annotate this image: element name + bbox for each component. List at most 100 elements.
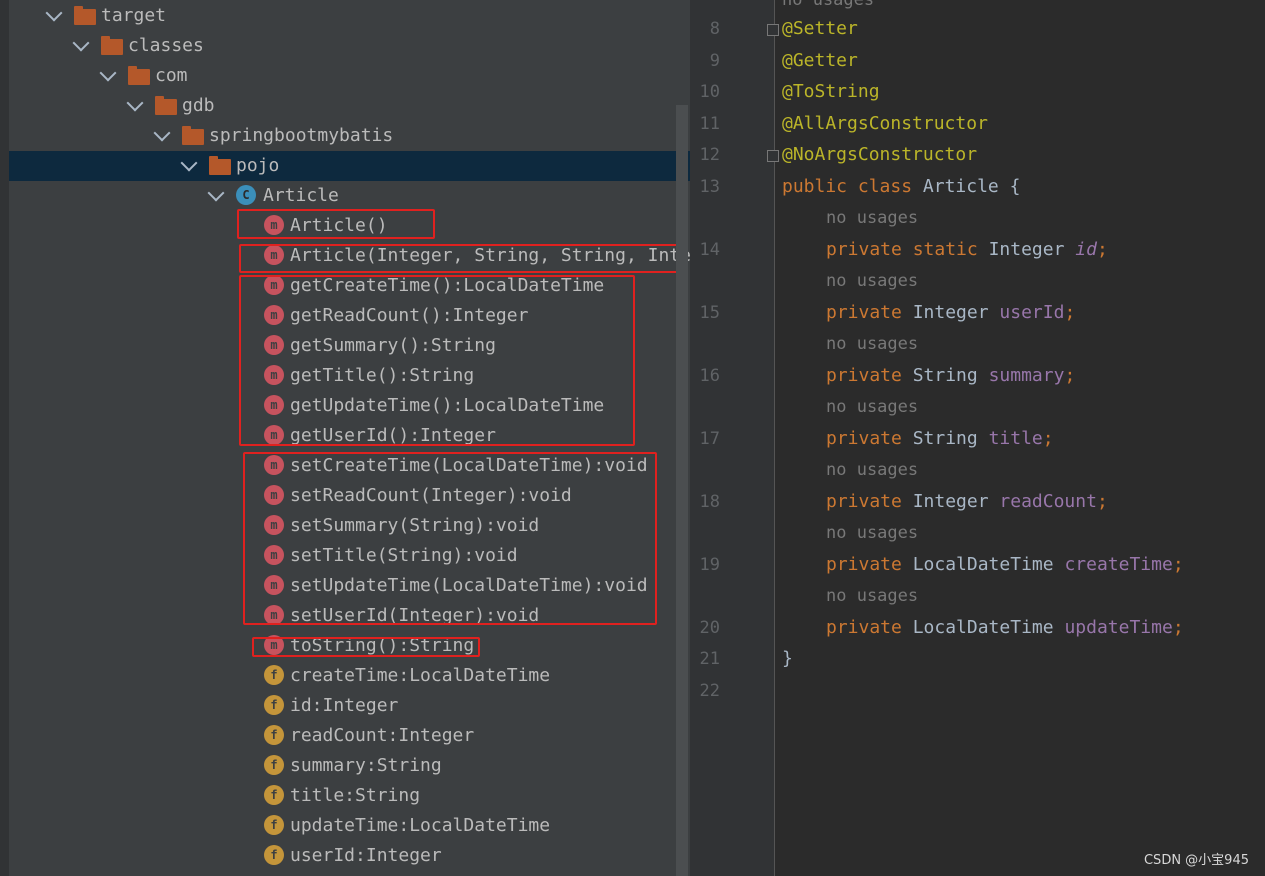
highlight-box-no-args-constructor: [237, 209, 435, 239]
top-usage-hint: no usages: [782, 0, 875, 10]
field-label: updateTime:LocalDateTime: [290, 815, 551, 836]
highlight-box-setters: [243, 452, 657, 625]
modifiers: private: [826, 617, 902, 638]
field-label: userId:Integer: [290, 845, 442, 866]
tree-field[interactable]: f createTime:LocalDateTime: [9, 661, 690, 691]
usage-hint: no usages: [826, 334, 919, 354]
field-name: summary: [988, 365, 1065, 386]
class-label: Article: [263, 185, 339, 206]
field-label: title:String: [290, 785, 421, 806]
keyword: class: [857, 176, 913, 197]
code-annotation: @Setter: [782, 18, 858, 39]
watermark: CSDN @小宝945: [1143, 853, 1249, 868]
field-declaration: private Integer readCount;: [826, 491, 1108, 512]
class-icon: C: [236, 185, 256, 205]
tree-field[interactable]: f readCount:Integer: [9, 721, 690, 751]
fold-marker-icon[interactable]: [767, 24, 779, 36]
gutter-divider: [774, 0, 775, 876]
tree-folder-target[interactable]: target: [9, 1, 690, 31]
folder-icon: [182, 126, 204, 145]
line-number: 17: [699, 429, 720, 449]
field-declaration: private LocalDateTime updateTime;: [826, 617, 1184, 638]
chevron-down-icon[interactable]: [153, 124, 171, 142]
line-number: 13: [699, 177, 720, 197]
modifiers: private static: [826, 239, 978, 260]
highlight-box-all-args-constructor: [239, 244, 682, 273]
class-name: Article: [922, 176, 999, 197]
field-name: id: [1075, 239, 1097, 260]
folder-label: springbootmybatis: [209, 125, 394, 146]
field-declaration: private String summary;: [826, 365, 1076, 386]
line-number: 21: [699, 649, 720, 669]
chevron-down-icon[interactable]: [72, 34, 90, 52]
tree-field[interactable]: f updateTime:LocalDateTime: [9, 811, 690, 841]
tree-folder-springbootmybatis[interactable]: springbootmybatis: [9, 121, 690, 151]
class-declaration: public class Article {: [782, 172, 1020, 202]
field-type: String: [912, 365, 978, 386]
usage-hint: no usages: [826, 271, 919, 291]
tree-folder-com[interactable]: com: [9, 61, 690, 91]
field-icon: f: [264, 665, 284, 685]
folder-icon: [209, 156, 231, 175]
folder-label: gdb: [182, 95, 215, 116]
field-name: title: [988, 428, 1043, 449]
folder-icon: [128, 66, 150, 85]
chevron-down-icon[interactable]: [126, 94, 144, 112]
field-declaration: private static Integer id;: [826, 239, 1108, 260]
code-annotation: @ToString: [782, 81, 880, 102]
line-number: 9: [709, 51, 720, 71]
line-number: 14: [699, 240, 720, 260]
field-label: id:Integer: [290, 695, 399, 716]
usage-hint: no usages: [826, 523, 919, 543]
field-type: LocalDateTime: [912, 554, 1054, 575]
field-label: readCount:Integer: [290, 725, 475, 746]
modifiers: private: [826, 365, 902, 386]
field-name: updateTime: [1064, 617, 1173, 638]
line-number: 11: [699, 114, 720, 134]
field-icon: f: [264, 725, 284, 745]
tree-field[interactable]: f id:Integer: [9, 691, 690, 721]
field-declaration: private String title;: [826, 428, 1054, 449]
line-number: 22: [699, 681, 720, 701]
keyword: public: [782, 176, 848, 197]
folder-label: target: [101, 5, 167, 26]
modifiers: private: [826, 491, 902, 512]
field-icon: f: [264, 785, 284, 805]
tree-field[interactable]: f summary:String: [9, 751, 690, 781]
highlight-box-tostring: [252, 637, 480, 657]
line-number: 15: [699, 303, 720, 323]
chevron-down-icon[interactable]: [180, 154, 198, 172]
chevron-down-icon[interactable]: [99, 64, 117, 82]
folder-label: com: [155, 65, 188, 86]
modifiers: private: [826, 428, 902, 449]
field-icon: f: [264, 845, 284, 865]
highlight-box-getters: [239, 275, 635, 446]
field-label: summary:String: [290, 755, 442, 776]
line-number: 16: [699, 366, 720, 386]
modifiers: private: [826, 302, 902, 323]
field-name: readCount: [999, 491, 1097, 512]
tree-folder-gdb[interactable]: gdb: [9, 91, 690, 121]
fold-marker-icon[interactable]: [767, 150, 779, 162]
tree-scrollbar[interactable]: [676, 105, 688, 876]
code-editor[interactable]: no usages 8 9 10 11 12 13 14 15 16 17 18…: [690, 0, 1265, 876]
field-type: String: [912, 428, 978, 449]
open-brace: {: [998, 176, 1021, 197]
code-annotation: @NoArgsConstructor: [782, 144, 978, 165]
chevron-down-icon[interactable]: [45, 4, 63, 22]
tree-folder-pojo[interactable]: pojo: [9, 151, 690, 181]
folder-icon: [155, 96, 177, 115]
usage-hint: no usages: [826, 460, 919, 480]
modifiers: private: [826, 554, 902, 575]
line-number: 12: [699, 145, 720, 165]
field-type: LocalDateTime: [912, 617, 1054, 638]
tree-field[interactable]: f title:String: [9, 781, 690, 811]
usage-hint: no usages: [826, 586, 919, 606]
folder-icon: [74, 6, 96, 25]
tree-folder-classes[interactable]: classes: [9, 31, 690, 61]
field-icon: f: [264, 755, 284, 775]
chevron-down-icon[interactable]: [207, 184, 225, 202]
field-declaration: private LocalDateTime createTime;: [826, 554, 1184, 575]
tree-field[interactable]: f userId:Integer: [9, 841, 690, 871]
tree-class-article[interactable]: C Article: [9, 181, 690, 211]
